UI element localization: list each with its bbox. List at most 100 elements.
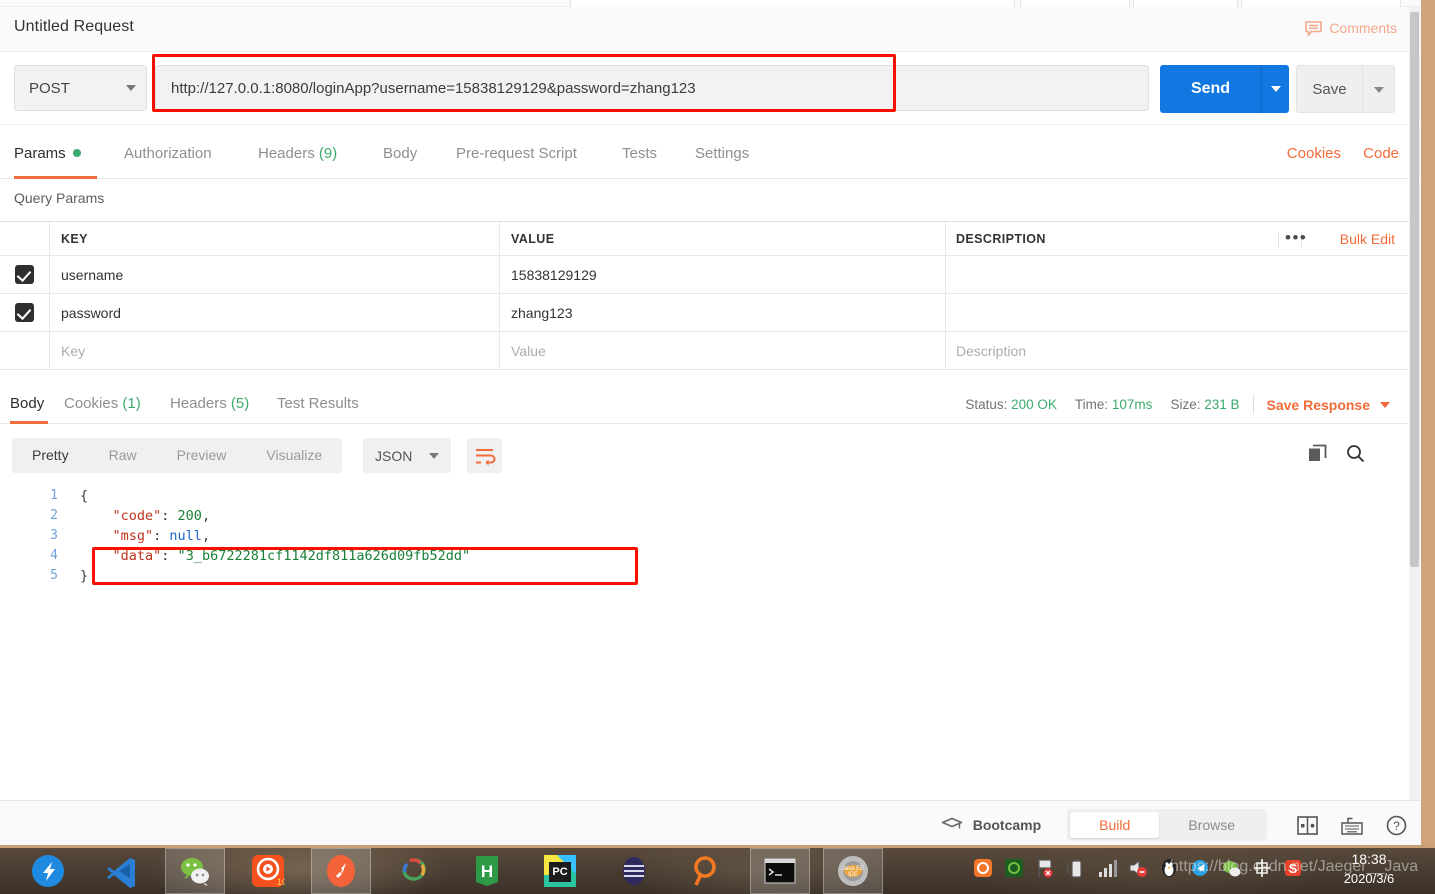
taskbar-app-postman[interactable]	[311, 848, 371, 894]
http-method-select[interactable]: POST	[14, 65, 147, 111]
send-options-button[interactable]	[1261, 65, 1289, 113]
clock-date: 2020/3/6	[1343, 871, 1395, 886]
save-button[interactable]: Save	[1296, 65, 1363, 113]
tray-app-nvidia-icon[interactable]	[1004, 857, 1024, 879]
param-key[interactable]: password	[61, 305, 121, 321]
search-icon[interactable]	[1346, 444, 1365, 463]
tab-params[interactable]: Params	[14, 145, 81, 162]
svg-text:?: ?	[1393, 819, 1400, 833]
table-header-row: KEY VALUE DESCRIPTION ••• Bulk Edit	[0, 221, 1412, 256]
response-tab-cookies[interactable]: Cookies (1)	[64, 395, 141, 412]
cookies-link[interactable]: Cookies	[1287, 145, 1341, 162]
param-key[interactable]: username	[61, 267, 123, 283]
code-line[interactable]: "code": 200,	[80, 508, 211, 524]
taskbar-app-navicat[interactable]	[604, 848, 664, 894]
tray-qq-penguin-icon[interactable]	[1159, 857, 1179, 879]
json-data-value: 3_b6722281cf1142df811a626d09fb52dd	[185, 548, 463, 564]
save-response-button[interactable]: Save Response	[1267, 397, 1371, 413]
window-scrollbar-thumb[interactable]	[1410, 12, 1419, 567]
tray-ime-icon[interactable]	[1252, 857, 1272, 879]
save-options-button[interactable]	[1363, 65, 1395, 113]
build-browse-toggle: Build Browse	[1067, 809, 1267, 841]
chevron-down-icon	[1271, 86, 1281, 92]
tray-telegram-icon[interactable]	[1190, 857, 1210, 879]
chevron-down-icon[interactable]	[1380, 401, 1390, 408]
clock-time: 18:38	[1351, 851, 1387, 867]
screen-root: Untitled Request Comments POST http://12…	[0, 0, 1435, 894]
tab-pre-request-script[interactable]: Pre-request Script	[456, 145, 577, 162]
postman-icon	[327, 855, 355, 887]
taskbar-app-terminal[interactable]	[750, 848, 810, 894]
tray-volume-muted-icon[interactable]	[1128, 857, 1148, 879]
tab-settings[interactable]: Settings	[695, 145, 749, 162]
size-value: 231 B	[1204, 397, 1240, 412]
wrap-lines-button[interactable]	[467, 438, 502, 473]
view-mode-pretty[interactable]: Pretty	[12, 438, 89, 473]
tab-sliver-2	[1020, 0, 1130, 7]
bulk-edit-button[interactable]: Bulk Edit	[1340, 231, 1395, 247]
tray-battery-icon[interactable]	[1066, 857, 1086, 879]
code-link[interactable]: Code	[1363, 145, 1399, 162]
url-input[interactable]: http://127.0.0.1:8080/loginApp?username=…	[155, 65, 1149, 111]
taskbar-app-vscode[interactable]	[92, 848, 152, 894]
response-tab-test-results[interactable]: Test Results	[277, 395, 359, 412]
view-mode-visualize[interactable]: Visualize	[246, 438, 342, 473]
response-body-actions	[1308, 444, 1365, 463]
code-line[interactable]: "data": "3_b6722281cf1142df811a626d09fb5…	[80, 548, 471, 564]
taskbar-app-wechat[interactable]	[165, 848, 225, 894]
taskbar-app-pycharm[interactable]: PC	[530, 848, 590, 894]
code-line[interactable]: {	[80, 488, 88, 504]
time-label: Time:	[1074, 397, 1109, 412]
tab-headers[interactable]: Headers (9)	[258, 145, 337, 162]
view-mode-preview[interactable]: Preview	[157, 438, 247, 473]
hbuilder-icon: H	[476, 856, 498, 886]
wechat-icon	[181, 858, 209, 886]
row-checkbox[interactable]	[15, 303, 34, 322]
taskbar-app-media-player[interactable]: 10	[238, 848, 298, 894]
code-line[interactable]: }	[80, 568, 88, 584]
window-scrollbar[interactable]	[1409, 7, 1420, 800]
help-icon[interactable]: ?	[1386, 815, 1407, 836]
tab-authorization[interactable]: Authorization	[124, 145, 212, 162]
tray-flag-warning-icon[interactable]	[1035, 857, 1055, 879]
tab-tests[interactable]: Tests	[622, 145, 657, 162]
new-param-key-input[interactable]: Key	[61, 343, 85, 359]
taskbar-app-dingtalk[interactable]	[18, 848, 78, 894]
taskbar-app-browser[interactable]	[384, 848, 444, 894]
tray-sogou-icon[interactable]: S	[1283, 857, 1303, 879]
taskbar-app-search[interactable]	[677, 848, 737, 894]
comments-button[interactable]: Comments	[1305, 20, 1397, 36]
tab-params-label: Params	[14, 145, 66, 162]
browse-tab[interactable]: Browse	[1159, 812, 1264, 838]
new-param-value-input[interactable]: Value	[511, 343, 546, 359]
json-msg-value: null	[169, 528, 202, 544]
copy-icon[interactable]	[1308, 444, 1327, 463]
send-button[interactable]: Send	[1160, 65, 1261, 113]
format-select[interactable]: JSON	[363, 438, 451, 473]
table-row: username 15838129129	[0, 256, 1412, 294]
taskbar-app-eclipse[interactable]: Java EE IDE	[823, 848, 883, 894]
new-param-description-input[interactable]: Description	[956, 343, 1026, 359]
table-more-options-icon[interactable]: •••	[1278, 229, 1306, 247]
param-value[interactable]: 15838129129	[511, 267, 597, 283]
param-value[interactable]: zhang123	[511, 305, 573, 321]
row-checkbox[interactable]	[15, 265, 34, 284]
tray-signal-icon[interactable]	[1097, 857, 1117, 879]
build-tab[interactable]: Build	[1070, 812, 1160, 838]
code-line[interactable]: "msg": null,	[80, 528, 211, 544]
taskbar-clock[interactable]: 18:38 2020/3/6	[1313, 850, 1425, 888]
tray-app-orange-icon[interactable]	[973, 857, 993, 879]
response-tab-body[interactable]: Body	[10, 395, 44, 412]
response-body-toolbar: Pretty Raw Preview Visualize JSON	[0, 424, 1412, 486]
table-new-row: Key Value Description	[0, 332, 1412, 370]
tab-headers-label: Headers	[258, 145, 315, 162]
json-code-value: 200	[177, 508, 202, 524]
view-mode-raw[interactable]: Raw	[89, 438, 157, 473]
two-pane-layout-icon[interactable]	[1297, 815, 1318, 835]
keyboard-shortcuts-icon[interactable]	[1340, 815, 1364, 836]
bootcamp-button[interactable]: Bootcamp	[941, 817, 1041, 833]
tray-wechat-tray-icon[interactable]	[1221, 857, 1241, 879]
response-tab-headers[interactable]: Headers (5)	[170, 395, 249, 412]
taskbar-app-hbuilder[interactable]: H	[457, 848, 517, 894]
tab-body[interactable]: Body	[383, 145, 417, 162]
